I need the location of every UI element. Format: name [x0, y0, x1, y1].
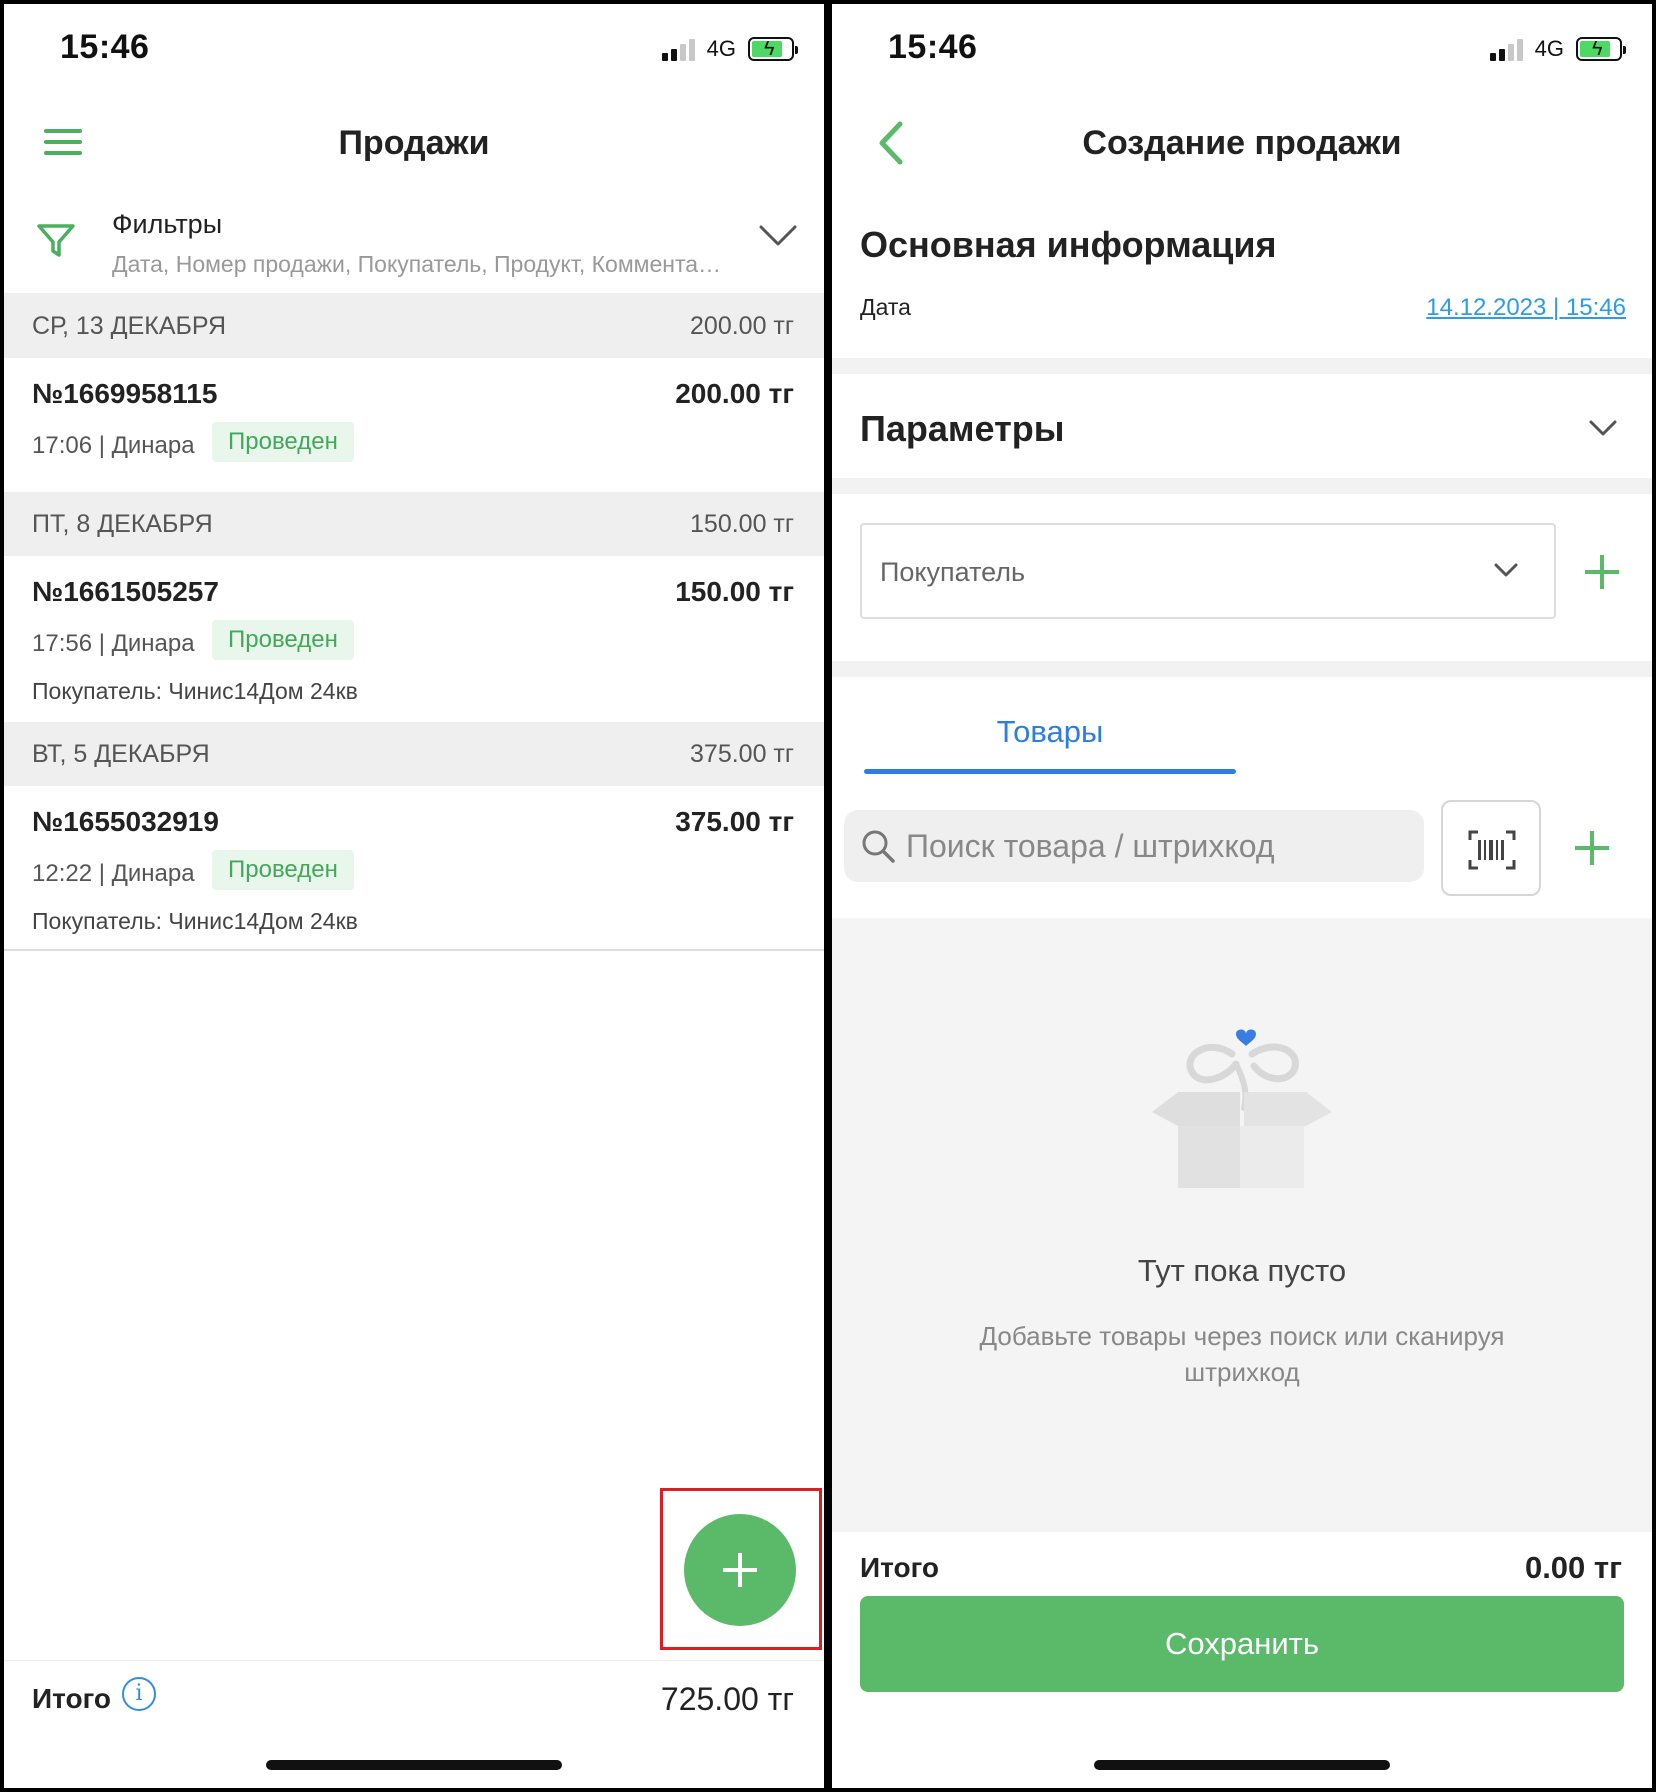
tab-underline [864, 769, 1236, 774]
status-badge: Проведен [212, 850, 354, 890]
sale-number: №1661505257 [32, 576, 219, 607]
day-total: 150.00 тг [690, 510, 794, 538]
status-badge: Проведен [212, 620, 354, 660]
tab-products[interactable]: Товары [864, 694, 1236, 774]
total-label: Итого [860, 1552, 939, 1583]
battery-icon: ϟ [1576, 37, 1626, 61]
network-label: 4G [1534, 36, 1564, 61]
date-label: Дата [860, 294, 911, 320]
page-title: Создание продажи [1082, 124, 1402, 162]
status-badge: Проведен [212, 422, 354, 462]
chevron-down-icon [1589, 420, 1617, 436]
scan-barcode-button[interactable] [1441, 800, 1541, 896]
sale-buyer: Покупатель: Чинис14Дом 24кв [32, 678, 358, 704]
save-button[interactable]: Сохранить [860, 1596, 1624, 1692]
main-info-title: Основная информация [860, 224, 1277, 265]
filters-summary: Дата, Номер продажи, Покупатель, Продукт… [112, 251, 732, 277]
sales-list-screen: 15:46 4G ϟ Продажи Фильтры Дата, Номер п… [4, 4, 824, 1788]
divider [832, 478, 1652, 494]
day-total: 375.00 тг [690, 740, 794, 768]
params-section[interactable]: Параметры [832, 374, 1652, 478]
day-label: СР, 13 ДЕКАБРЯ [32, 312, 227, 340]
chevron-down-icon[interactable] [758, 221, 798, 251]
sale-number: №1655032919 [32, 806, 219, 837]
sale-meta: 17:56 | Динара [32, 630, 195, 657]
sale-amount: 150.00 тг [675, 576, 794, 607]
day-total: 200.00 тг [690, 312, 794, 340]
status-time: 15:46 [60, 28, 150, 66]
signal-icon [661, 37, 695, 61]
info-icon[interactable]: i [122, 1677, 156, 1711]
barcode-icon [1468, 830, 1516, 870]
network-label: 4G [706, 36, 736, 61]
buyer-select[interactable]: Покупатель [860, 523, 1556, 619]
day-header: ПТ, 8 ДЕКАБРЯ 150.00 тг [4, 492, 824, 556]
day-header: СР, 13 ДЕКАБРЯ 200.00 тг [4, 294, 824, 358]
status-bar: 15:46 4G ϟ [832, 4, 1652, 94]
filter-icon [37, 224, 75, 257]
day-label: ПТ, 8 ДЕКАБРЯ [32, 510, 213, 538]
add-product-button[interactable] [1574, 830, 1610, 866]
search-input[interactable] [906, 820, 1406, 872]
date-picker-link[interactable]: 14.12.2023 | 15:46 [1426, 294, 1626, 322]
footer: Итого i 725.00 тг [4, 1660, 824, 1730]
signal-icon [1489, 37, 1523, 61]
sale-buyer: Покупатель: Чинис14Дом 24кв [32, 908, 358, 934]
divider [832, 358, 1652, 374]
divider [4, 949, 824, 951]
status-bar: 15:46 4G ϟ [4, 4, 824, 94]
empty-box-icon [1152, 1029, 1332, 1188]
divider [832, 661, 1652, 677]
sale-meta: 12:22 | Динара [32, 860, 195, 887]
sale-amount: 375.00 тг [675, 806, 794, 837]
buyer-placeholder: Покупатель [880, 557, 1026, 587]
sale-number: №1669958115 [32, 378, 218, 409]
empty-state: Тут пока пусто Добавьте товары через пои… [832, 918, 1652, 1532]
params-title: Параметры [860, 408, 1065, 449]
create-sale-screen: 15:46 4G ϟ Создание продажи Основная инф… [832, 4, 1652, 1788]
empty-subtitle: Добавьте товары через поиск или сканируя… [979, 1321, 1505, 1387]
filters-title: Фильтры [112, 209, 223, 239]
sale-row[interactable]: №1661505257 150.00 тг 17:56 | Динара Про… [4, 556, 824, 724]
sale-row[interactable]: №1669958115 200.00 тг 17:06 | Динара Про… [4, 358, 824, 492]
search-field[interactable] [844, 810, 1424, 882]
status-time: 15:46 [888, 28, 978, 66]
search-icon [862, 830, 895, 863]
tab-label: Товары [996, 714, 1104, 749]
day-header: ВТ, 5 ДЕКАБРЯ 375.00 тг [4, 722, 824, 786]
add-sale-button[interactable] [684, 1514, 796, 1626]
chevron-down-icon [1494, 563, 1518, 577]
empty-title: Тут пока пусто [1137, 1253, 1347, 1288]
battery-icon: ϟ [748, 37, 798, 61]
header: Создание продажи [832, 104, 1652, 184]
total-value: 0.00 тг [1524, 1550, 1622, 1585]
sale-meta: 17:06 | Динара [32, 432, 195, 459]
home-indicator [1094, 1760, 1390, 1770]
page-title: Продажи [338, 124, 490, 162]
header: Продажи [4, 104, 824, 184]
add-buyer-button[interactable] [1584, 554, 1620, 590]
sale-amount: 200.00 тг [675, 378, 794, 409]
day-label: ВТ, 5 ДЕКАБРЯ [32, 740, 210, 768]
total-label: Итого [32, 1683, 111, 1714]
home-indicator [266, 1760, 562, 1770]
sale-row[interactable]: №1655032919 375.00 тг 12:22 | Динара Про… [4, 786, 824, 948]
total-value: 725.00 тг [660, 1681, 794, 1717]
filters-panel[interactable]: Фильтры Дата, Номер продажи, Покупатель,… [4, 189, 824, 294]
